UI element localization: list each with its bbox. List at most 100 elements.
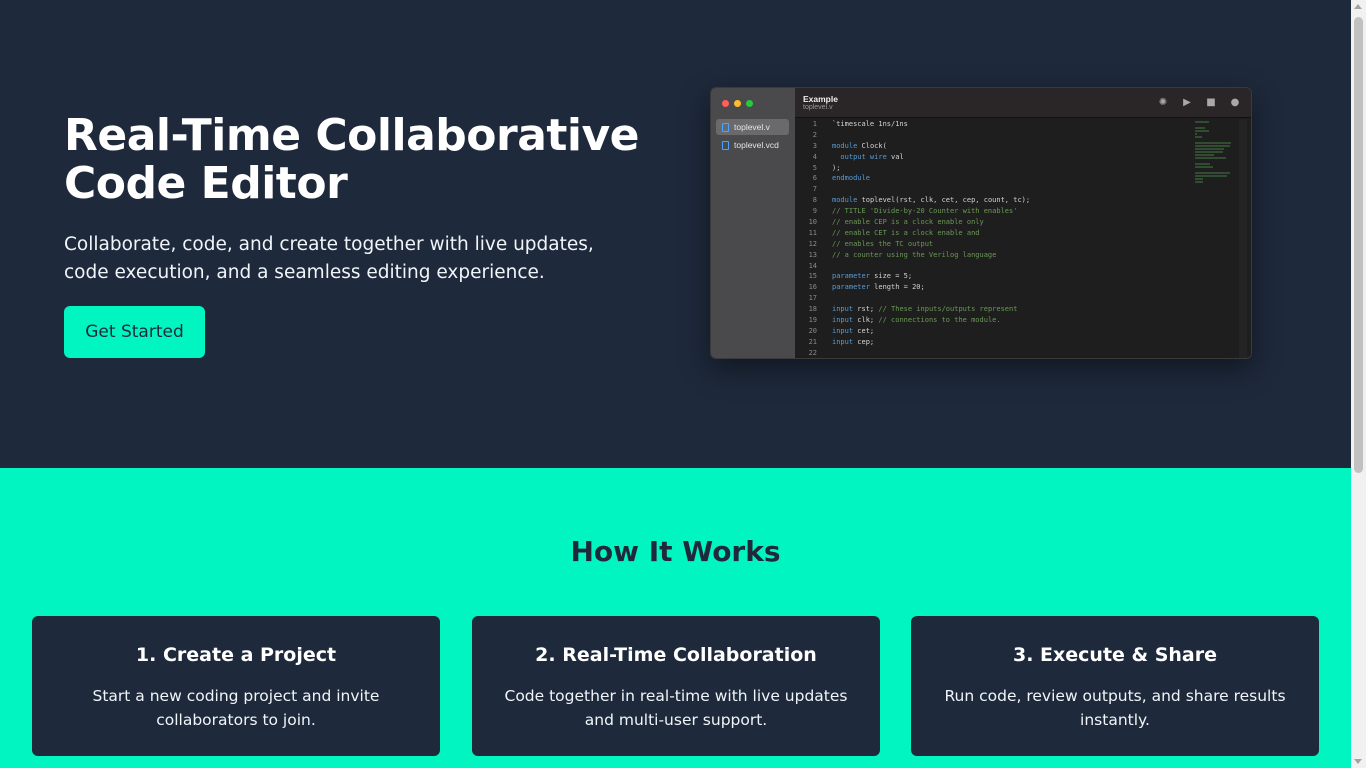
- line-content: // enable CET is a clock enable and: [832, 228, 980, 237]
- editor-header: Example toplevel.v ✺ ▶ ■ ●: [795, 88, 1251, 118]
- code-line: 16 parameter length = 20;: [795, 282, 1251, 293]
- minimap-line: [1195, 136, 1203, 138]
- line-number: 7: [812, 185, 817, 194]
- minimize-window-icon: [734, 100, 741, 107]
- line-content: [817, 130, 832, 141]
- scrollbar-thumb[interactable]: [1354, 17, 1363, 473]
- file-icon: [722, 122, 729, 132]
- code-line: 6 endmodule: [795, 173, 1251, 184]
- editor-scrollbar[interactable]: [1239, 119, 1247, 358]
- code-line: 10 // enable CEP is a clock enable only: [795, 217, 1251, 228]
- line-content: // enables the TC output: [832, 239, 934, 248]
- code-line: 5);: [795, 163, 1251, 174]
- code-lines: 1 `timescale 1ns/1ns 2 3 module Clock( 4 outp…: [795, 119, 1251, 358]
- minimap-line: [1195, 163, 1211, 165]
- step-card-text: Run code, review outputs, and share resu…: [944, 687, 1286, 729]
- minimap-line: [1195, 145, 1231, 147]
- code-line: 8 module toplevel(rst, clk, cet, cep, cou…: [795, 195, 1251, 206]
- code-line: 7: [795, 184, 1251, 195]
- code-line: 9 // TITLE 'Divide-by-20 Counter with ena…: [795, 206, 1251, 217]
- line-number: 13: [808, 250, 817, 259]
- line-content: [817, 184, 832, 195]
- line-number: 5: [812, 163, 817, 172]
- file-name: toplevel.vcd: [734, 140, 779, 150]
- step-card: 2. Real-Time Collaboration Code together…: [472, 616, 880, 756]
- line-number: 20: [808, 326, 817, 335]
- scroll-down-arrow-icon[interactable]: [1354, 759, 1362, 764]
- get-started-button[interactable]: Get Started: [64, 306, 205, 358]
- minimap-line: [1195, 175, 1227, 177]
- line-number: 21: [808, 337, 817, 346]
- code-line: 22: [795, 348, 1251, 358]
- code-line: 17: [795, 293, 1251, 304]
- file-icon: [722, 140, 729, 150]
- line-content: [817, 348, 832, 358]
- line-content: // a counter using the Verilog language: [832, 250, 997, 259]
- code-line: 15 parameter size = 5;: [795, 271, 1251, 282]
- code-area[interactable]: 1 `timescale 1ns/1ns 2 3 module Clock( 4 outp…: [795, 119, 1251, 358]
- file-item-toplevel-vcd[interactable]: toplevel.vcd: [716, 137, 789, 153]
- line-content: `timescale 1ns/1ns: [832, 120, 908, 128]
- line-content: // enable CEP is a clock enable only: [832, 218, 984, 227]
- line-number: 17: [808, 294, 817, 303]
- step-card-text: Code together in real-time with live upd…: [504, 687, 848, 729]
- code-line: 3 module Clock(: [795, 141, 1251, 152]
- line-number: 16: [808, 283, 817, 292]
- play-icon[interactable]: ▶: [1181, 97, 1193, 109]
- line-content: input rst; // These inputs/outputs repre…: [832, 305, 1018, 314]
- line-number: 9: [812, 207, 817, 216]
- info-icon[interactable]: ●: [1229, 97, 1241, 109]
- code-line: 20 input cet;: [795, 326, 1251, 337]
- line-content: [817, 261, 832, 272]
- code-minimap[interactable]: [1195, 121, 1231, 191]
- code-line: 18 input rst; // These inputs/outputs rep…: [795, 304, 1251, 315]
- line-number: 3: [812, 141, 817, 150]
- code-line: 21 input cep;: [795, 337, 1251, 348]
- line-number: 1: [812, 120, 817, 128]
- line-number: 15: [808, 272, 817, 281]
- file-name: toplevel.v: [734, 122, 770, 132]
- maximize-window-icon: [746, 100, 753, 107]
- line-content: module Clock(: [832, 141, 887, 150]
- page-scrollbar[interactable]: [1351, 0, 1366, 768]
- code-line: 4 output wire val: [795, 152, 1251, 163]
- minimap-line: [1195, 148, 1224, 150]
- line-number: 12: [808, 239, 817, 248]
- step-card-title: 1. Create a Project: [135, 644, 337, 666]
- step-card-title: 3. Execute & Share: [1012, 644, 1218, 666]
- minimap-line: [1195, 151, 1223, 153]
- editor-title: Example: [803, 94, 838, 104]
- minimap-line: [1195, 127, 1206, 129]
- line-number: 22: [808, 348, 817, 357]
- stop-icon[interactable]: ■: [1205, 97, 1217, 109]
- step-card-title: 2. Real-Time Collaboration: [535, 644, 817, 666]
- line-number: 2: [812, 130, 817, 139]
- hero-title: Real-Time Collaborative Code Editor: [64, 110, 640, 209]
- close-window-icon: [722, 100, 729, 107]
- minimap-line: [1195, 154, 1215, 156]
- line-number: 6: [812, 174, 817, 183]
- code-line: 1 `timescale 1ns/1ns: [795, 119, 1251, 130]
- code-line: 12 // enables the TC output: [795, 239, 1251, 250]
- file-item-toplevel-v[interactable]: toplevel.v: [716, 119, 789, 135]
- scroll-up-arrow-icon[interactable]: [1354, 4, 1362, 9]
- minimap-line: [1195, 130, 1209, 132]
- line-number: 19: [808, 316, 817, 325]
- line-content: input cep;: [832, 337, 875, 346]
- step-card-text: Start a new coding project and invite co…: [92, 687, 380, 729]
- code-line: 19 input clk; // connections to the modul…: [795, 315, 1251, 326]
- minimap-line: [1195, 178, 1203, 180]
- spinner-icon[interactable]: ✺: [1157, 97, 1169, 109]
- how-it-works-section: How It Works 1. Create a Project Start a…: [0, 468, 1351, 768]
- editor-preview: toplevel.v toplevel.vcd Example toplevel…: [710, 87, 1252, 359]
- minimap-line: [1195, 121, 1210, 123]
- line-number: 8: [812, 196, 817, 205]
- line-content: [817, 293, 832, 304]
- line-number: 10: [808, 218, 817, 227]
- how-it-works-title: How It Works: [570, 535, 781, 568]
- minimap-line: [1195, 157, 1227, 159]
- line-number: 11: [808, 228, 817, 237]
- step-card: 3. Execute & Share Run code, review outp…: [911, 616, 1319, 756]
- line-content: input cet;: [832, 326, 875, 335]
- minimap-line: [1195, 133, 1197, 135]
